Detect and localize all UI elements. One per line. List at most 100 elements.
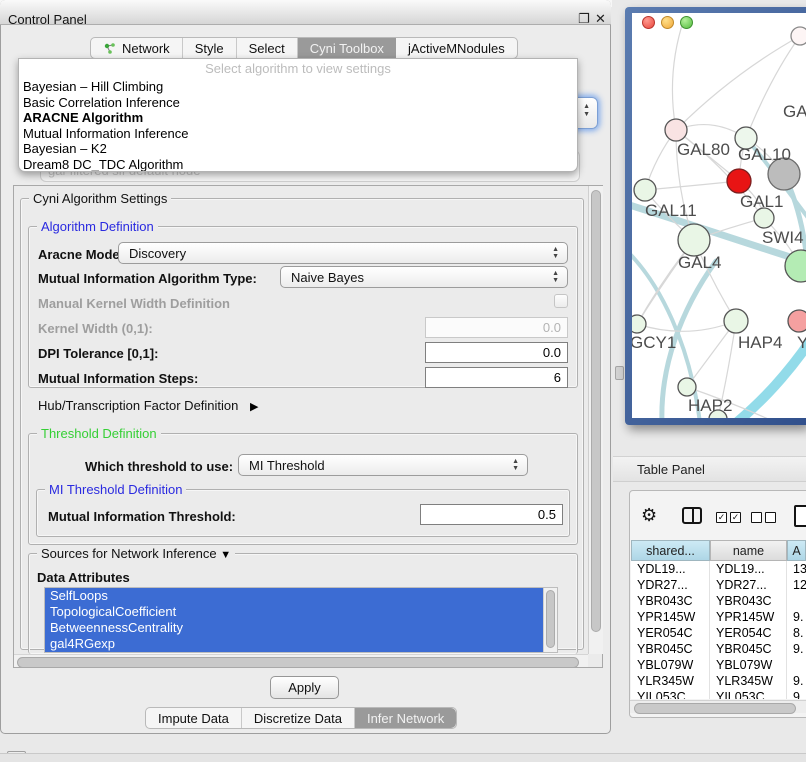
table-row[interactable]: YBR043CYBR043C [631, 593, 806, 609]
apply-button[interactable]: Apply [270, 676, 339, 699]
mi-steps-label: Mutual Information Steps: [38, 371, 198, 386]
table-cell: YBL079W [710, 657, 787, 673]
attribute-list-item[interactable]: gal4RGexp [45, 636, 544, 652]
network-node-SWI4[interactable] [754, 208, 774, 228]
network-node-HAP2[interactable] [678, 378, 696, 396]
float-window-icon[interactable]: ❐ [578, 11, 590, 27]
table-horizontal-scrollbar[interactable] [630, 700, 806, 713]
network-node-HAP4[interactable] [724, 309, 748, 333]
network-node-GAL80[interactable] [665, 119, 687, 141]
tab-network[interactable]: Network [91, 38, 183, 58]
table-cell: 12 [787, 577, 806, 593]
dropdown-item[interactable]: Bayesian – K2 [19, 141, 577, 157]
network-edge[interactable] [676, 36, 800, 130]
attributes-scrollbar[interactable] [543, 588, 557, 652]
table-row[interactable]: YLR345WYLR345W9. [631, 673, 806, 689]
tab-jactivemnodules[interactable]: jActiveMNodules [396, 38, 517, 58]
split-columns-icon[interactable] [682, 507, 702, 524]
network-node-label: GAL11 [645, 201, 697, 220]
which-threshold-value: MI Threshold [249, 458, 325, 473]
table-row[interactable]: YDL19...YDL19...13 [631, 561, 806, 577]
aracne-mode-label: Aracne Mode: [38, 247, 124, 262]
tab-infer-network[interactable]: Infer Network [355, 708, 456, 728]
kernel-width-field[interactable]: 0.0 [425, 317, 568, 338]
control-panel-title: Control Panel [8, 12, 87, 27]
tab-discretize-data[interactable]: Discretize Data [242, 708, 355, 728]
settings-vertical-scrollbar[interactable] [588, 186, 603, 654]
column-header-shared-name[interactable]: shared... [631, 540, 710, 561]
table-row[interactable]: YIL053CYIL053C9 [631, 689, 806, 699]
column-header-name[interactable]: name [710, 540, 787, 561]
network-node-Y[interactable] [788, 310, 806, 332]
attribute-list-item[interactable]: SelfLoops [45, 588, 544, 604]
mi-threshold-field[interactable]: 0.5 [420, 504, 563, 525]
settings-horizontal-scrollbar-thumb[interactable] [17, 657, 579, 668]
settings-horizontal-scrollbar[interactable] [14, 654, 588, 667]
new-table-icon[interactable] [794, 505, 806, 527]
mi-steps-field[interactable]: 6 [425, 367, 568, 388]
manual-kernel-width-checkbox[interactable] [554, 294, 568, 308]
network-node-label: GAL10 [738, 145, 791, 164]
table-row[interactable]: YBL079WYBL079W [631, 657, 806, 673]
screen: Control Panel ❐ ✕ Network Style Select C… [0, 0, 806, 762]
mi-algorithm-type-combo[interactable]: Naive Bayes ▲▼ [280, 266, 568, 288]
network-node-GAL4[interactable] [678, 224, 710, 256]
collapse-down-icon[interactable]: ▼ [220, 549, 231, 561]
attributes-scrollbar-thumb[interactable] [546, 590, 555, 648]
tab-select[interactable]: Select [237, 38, 298, 58]
which-threshold-combo[interactable]: MI Threshold ▲▼ [238, 454, 528, 476]
hub-definition-section[interactable]: Hub/Transcription Factor Definition ▶ [38, 398, 258, 413]
network-node-GAL11[interactable] [634, 179, 656, 201]
table-row[interactable]: YDR27...YDR27...12 [631, 577, 806, 593]
algorithm-dropdown-list: Bayesian – Hill ClimbingBasic Correlatio… [19, 79, 577, 172]
table-cell: YBR043C [631, 593, 710, 609]
table-row[interactable]: YBR045CYBR045C9. [631, 641, 806, 657]
network-node-GAL1[interactable] [727, 169, 751, 193]
tab-impute-data[interactable]: Impute Data [146, 708, 242, 728]
close-traffic-light[interactable] [642, 16, 655, 29]
cyni-algorithm-settings-title: Cyni Algorithm Settings [29, 191, 171, 206]
minimize-traffic-light[interactable] [661, 16, 674, 29]
dpi-tolerance-field[interactable]: 0.0 [425, 342, 568, 363]
network-node-label: GAL4 [678, 253, 721, 272]
zoom-traffic-light[interactable] [680, 16, 693, 29]
tab-style[interactable]: Style [183, 38, 237, 58]
column-header-third[interactable]: A [787, 540, 806, 561]
network-node-label: GAL1 [740, 192, 783, 211]
network-node-label: GAL [783, 102, 806, 121]
attribute-list-item[interactable]: BetweennessCentrality [45, 620, 544, 636]
table-row[interactable]: YER054CYER054C8. [631, 625, 806, 641]
panel-splitter-handle[interactable] [615, 366, 624, 380]
table-horizontal-scrollbar-thumb[interactable] [634, 703, 796, 714]
select-all-columns-icon[interactable]: ✓ ✓ [716, 512, 741, 523]
gear-icon[interactable]: ⚙ [641, 505, 657, 526]
aracne-mode-combo[interactable]: Discovery ▲▼ [118, 242, 568, 264]
network-canvas[interactable]: GALGAL80GAL10GAL1GAL11SWI4GAL4GCY1HAP4YH… [632, 13, 806, 418]
expand-right-icon[interactable]: ▶ [250, 400, 258, 413]
table-cell: YLR345W [631, 673, 710, 689]
dropdown-item[interactable]: Bayesian – Hill Climbing [19, 79, 577, 95]
algorithm-dropdown-placeholder: Select algorithm to view settings [19, 59, 577, 79]
dropdown-item[interactable]: ARACNE Algorithm [19, 110, 577, 126]
dropdown-item[interactable]: Dream8 DC_TDC Algorithm [19, 157, 577, 173]
table-cell: YPR145W [631, 609, 710, 625]
table-cell: YDL19... [710, 561, 787, 577]
table-cell: 8. [787, 625, 806, 641]
attribute-list-item[interactable]: TopologicalCoefficient [45, 604, 544, 620]
deselect-all-columns-icon[interactable] [751, 512, 776, 523]
network-node-GCY1[interactable] [632, 315, 646, 333]
dropdown-item[interactable]: Mutual Information Inference [19, 126, 577, 142]
table-row[interactable]: YPR145WYPR145W9. [631, 609, 806, 625]
network-edge[interactable] [637, 321, 736, 331]
network-edge[interactable] [746, 36, 800, 138]
close-window-icon[interactable]: ✕ [595, 11, 606, 27]
tab-cyni-toolbox[interactable]: Cyni Toolbox [298, 38, 396, 58]
table-cell: 9. [787, 641, 806, 657]
data-attributes-list: SelfLoopsTopologicalCoefficientBetweenne… [44, 587, 558, 653]
network-edge[interactable] [645, 181, 739, 190]
table-cell: YER054C [710, 625, 787, 641]
dropdown-item[interactable]: Basic Correlation Inference [19, 95, 577, 111]
settings-vertical-scrollbar-thumb[interactable] [591, 190, 601, 632]
network-edge[interactable] [672, 19, 684, 130]
network-node[interactable] [791, 27, 806, 45]
